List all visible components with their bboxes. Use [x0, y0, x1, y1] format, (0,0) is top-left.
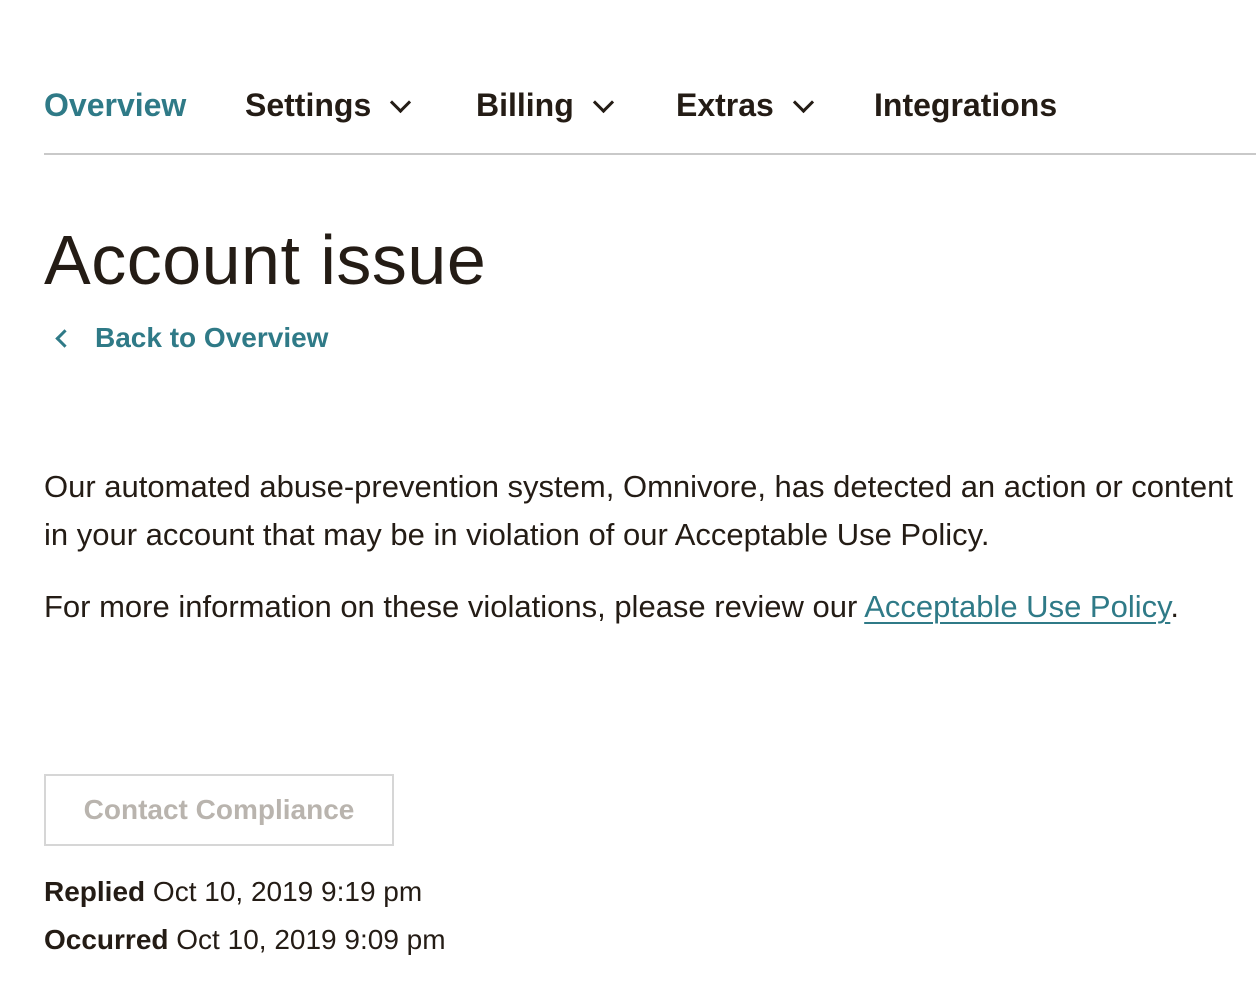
replied-label: Replied	[44, 876, 146, 907]
policy-info: For more information on these violations…	[44, 583, 1234, 631]
top-nav: Overview Settings Billing Extras Integra…	[44, 74, 1256, 155]
nav-tab-label: Overview	[44, 86, 187, 123]
issue-description: Our automated abuse-prevention system, O…	[44, 469, 1233, 552]
occurred-label: Occurred	[44, 924, 169, 955]
nav-tab-overview[interactable]: Overview	[44, 74, 186, 136]
policy-info-suffix: .	[1170, 589, 1179, 624]
chevron-left-icon	[55, 328, 74, 348]
page-title: Account issue	[44, 221, 487, 299]
nav-tab-label: Billing	[476, 86, 574, 123]
nav-tab-label: Integrations	[874, 86, 1058, 123]
chevron-down-icon	[592, 91, 614, 113]
replied-timestamp: Replied Oct 10, 2019 9:19 pm	[44, 876, 422, 908]
nav-tab-extras[interactable]: Extras	[676, 74, 814, 136]
nav-tab-label: Extras	[676, 86, 774, 123]
back-to-overview-link[interactable]: Back to Overview	[54, 322, 328, 354]
policy-info-prefix: For more information on these violations…	[44, 589, 865, 624]
occurred-value: Oct 10, 2019 9:09 pm	[176, 924, 446, 955]
back-link-label: Back to Overview	[95, 322, 329, 353]
chevron-down-icon	[390, 91, 412, 113]
nav-tab-integrations[interactable]: Integrations	[874, 74, 1057, 136]
chevron-down-icon	[792, 91, 814, 113]
occurred-timestamp: Occurred Oct 10, 2019 9:09 pm	[44, 924, 446, 956]
nav-tab-settings[interactable]: Settings	[245, 74, 412, 136]
page: Overview Settings Billing Extras Integra…	[0, 0, 1256, 1004]
nav-tab-label: Settings	[245, 86, 372, 123]
nav-tab-billing[interactable]: Billing	[476, 74, 614, 136]
replied-value: Oct 10, 2019 9:19 pm	[152, 876, 423, 907]
acceptable-use-policy-link[interactable]: Acceptable Use Policy	[864, 589, 1170, 624]
contact-compliance-button[interactable]: Contact Compliance	[44, 774, 394, 846]
